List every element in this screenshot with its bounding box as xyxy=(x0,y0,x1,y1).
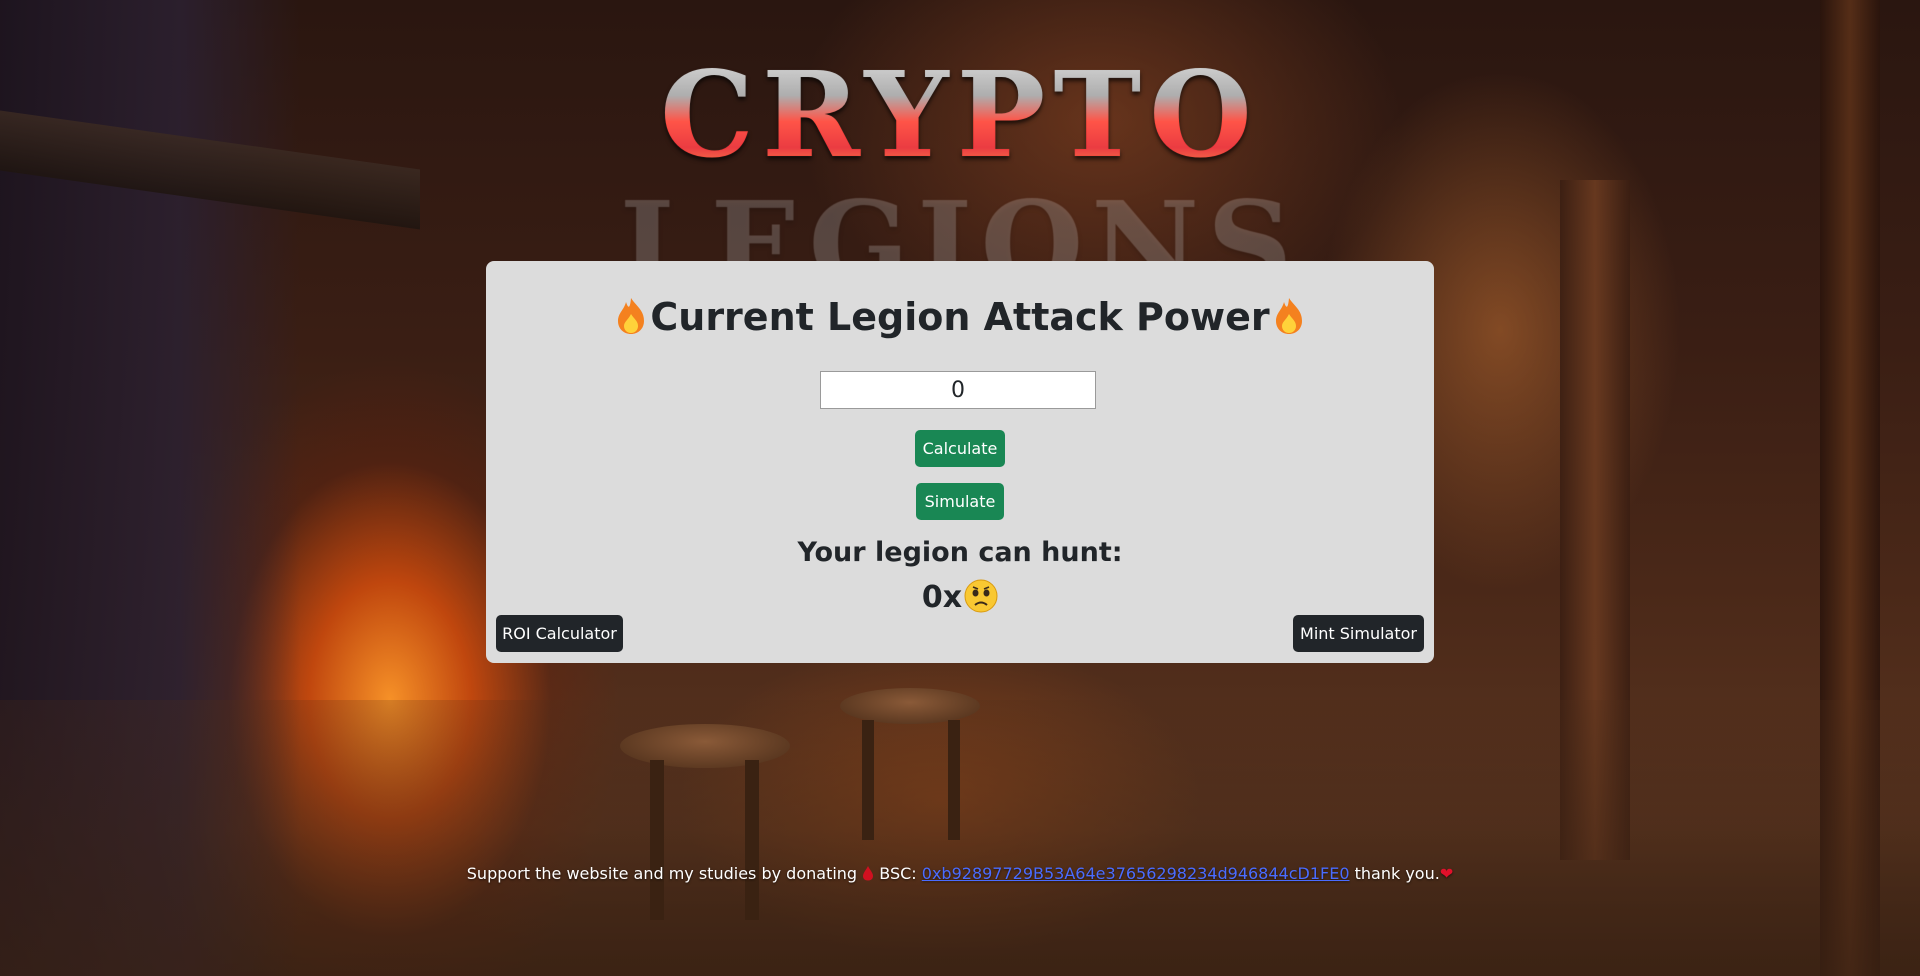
heart-icon: ❤ xyxy=(1439,864,1454,883)
calculate-button[interactable]: Calculate xyxy=(915,430,1005,467)
bsc-label: BSC: xyxy=(879,864,917,883)
hunt-value: 0x xyxy=(921,580,963,615)
stool-leg-decoration xyxy=(745,760,759,920)
floor-decoration xyxy=(0,700,1920,976)
page-title: Current Legion Attack Power xyxy=(486,295,1434,339)
attack-power-input[interactable] xyxy=(820,371,1096,409)
stool-decoration xyxy=(840,688,980,724)
crypto-legions-logo: CRYPTO LEGIONS xyxy=(380,50,1540,310)
thank-you-text: thank you. xyxy=(1354,864,1440,883)
stool-leg-decoration xyxy=(948,720,960,840)
hunt-result: 0x xyxy=(486,579,1434,615)
simulate-button[interactable]: Simulate xyxy=(916,483,1004,520)
blood-drop-icon xyxy=(863,866,874,881)
bsc-address-link[interactable]: 0xb92897729B53A64e37656298234d946844cD1F… xyxy=(922,864,1350,883)
attack-power-card: Current Legion Attack Power Calculate Si… xyxy=(486,261,1434,663)
mint-simulator-button[interactable]: Mint Simulator xyxy=(1293,615,1424,652)
hunt-label: Your legion can hunt: xyxy=(797,537,1123,568)
card-title-text: Current Legion Attack Power xyxy=(650,295,1270,339)
sad-face-icon xyxy=(964,579,998,613)
stool-leg-decoration xyxy=(862,720,874,840)
fire-icon xyxy=(618,298,645,334)
roi-calculator-button[interactable]: ROI Calculator xyxy=(496,615,623,652)
fire-icon xyxy=(1275,298,1302,334)
stool-leg-decoration xyxy=(650,760,664,920)
stool-decoration xyxy=(620,724,790,768)
donation-text: Support the website and my studies by do… xyxy=(466,864,858,883)
donation-footer: Support the website and my studies by do… xyxy=(0,864,1920,883)
